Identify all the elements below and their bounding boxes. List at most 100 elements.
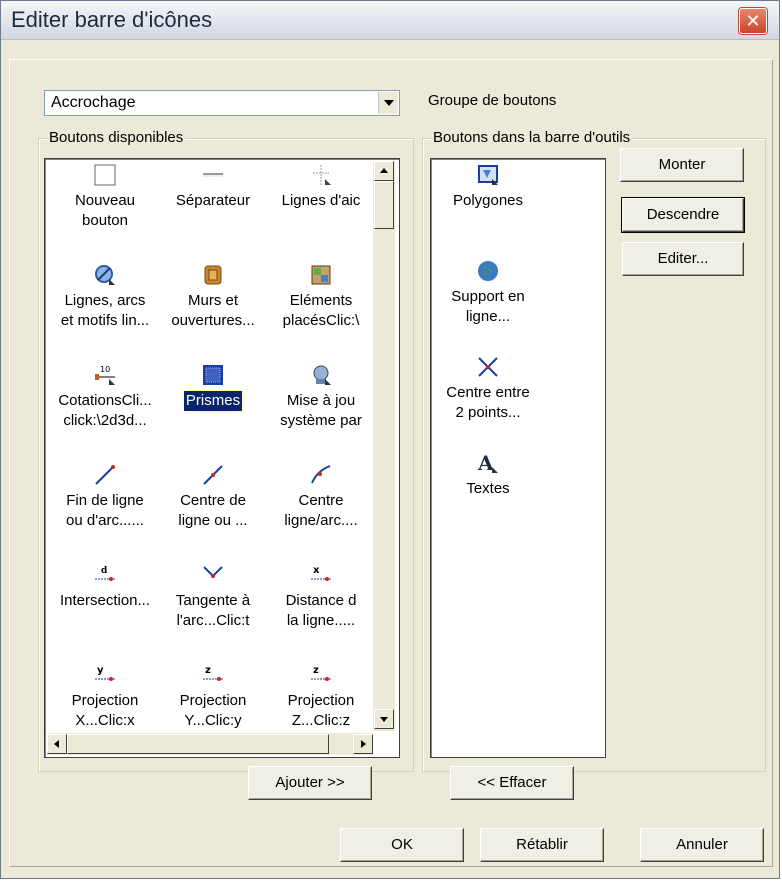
available-button-item[interactable]: y Projection X...Clic:x [49,663,161,731]
line-end-icon [93,463,117,487]
toolbar-button-item[interactable]: Polygones [433,163,543,211]
available-button-label: Distance d la ligne..... [285,592,357,629]
intersection-icon: d [93,563,117,587]
available-button-label: Prismes [182,390,244,412]
prism-icon [201,363,225,387]
toolbar-button-item[interactable]: Support en ligne... [433,259,543,327]
update-icon [309,363,333,387]
available-vertical-scrollbar[interactable] [373,161,395,731]
ok-button[interactable]: OK [340,828,464,862]
guide-lines-icon [309,163,333,187]
text-icon: A [476,451,500,475]
svg-text:10: 10 [100,365,110,374]
scroll-down-button[interactable] [374,709,394,729]
line-center-icon [201,463,225,487]
available-button-item[interactable]: Murs et ouvertures... [157,263,269,331]
svg-text:y: y [97,665,104,676]
available-button-item[interactable]: z Projection Z...Clic:z [265,663,377,731]
arrow-up-icon [380,168,388,173]
toolbar-button-label: Centre entre 2 points... [446,384,530,421]
close-button[interactable]: ✕ [739,8,767,34]
available-button-item[interactable]: d Intersection... [49,563,161,611]
svg-text:z: z [205,665,211,676]
available-button-item[interactable]: Lignes, arcs et motifs lin... [49,263,161,331]
dialog-body: Accrochage Groupe de boutons Boutons dis… [9,59,773,867]
available-button-item[interactable]: Lignes d'aic [265,163,377,211]
tangent-icon [201,563,225,587]
edit-button[interactable]: Editer... [622,242,744,276]
toolbar-button-item[interactable]: Centre entre 2 points... [433,355,543,423]
globe-icon [476,259,500,283]
walls-icon [201,263,225,287]
reset-button[interactable]: Rétablir [480,828,604,862]
available-button-item[interactable]: Fin de ligne ou d'arc...... [49,463,161,531]
combo-dropdown-button[interactable] [378,92,398,114]
available-button-label: Lignes d'aic [281,192,361,209]
placed-elements-icon [309,263,333,287]
svg-text:x: x [313,565,320,576]
scroll-left-button[interactable] [47,734,67,754]
available-button-label: Lignes, arcs et motifs lin... [60,292,150,329]
available-button-label: Séparateur [175,192,251,209]
move-down-button[interactable]: Descendre [621,197,745,233]
available-button-item[interactable]: Mise à jou système par [265,363,377,431]
available-button-label: Fin de ligne ou d'arc...... [66,492,144,529]
close-icon: ✕ [745,11,761,31]
toolbar-button-label: Polygones [452,192,524,209]
toolbar-buttons-list[interactable]: Polygones Support en ligne... Centre entre… [430,158,606,758]
available-horizontal-scrollbar[interactable] [47,733,373,755]
scroll-up-button[interactable] [374,161,394,181]
available-button-label: Murs et ouvertures... [171,292,255,329]
available-button-label: Projection Y...Clic:y [179,692,247,729]
available-button-item[interactable]: z Projection Y...Clic:y [157,663,269,731]
window-title: Editer barre d'icônes [11,7,213,32]
toolbar-button-label: Support en ligne... [451,288,525,325]
projection-z-icon: z [309,663,333,687]
toolbar-buttons-title: Boutons dans la barre d'outils [431,129,633,146]
available-buttons-title: Boutons disponibles [47,129,186,146]
scroll-thumb[interactable] [374,181,394,229]
remove-button[interactable]: << Effacer [450,766,574,800]
svg-text:A: A [477,451,494,475]
midpoint-icon [476,355,500,379]
available-button-item[interactable]: Centre ligne/arc.... [265,463,377,531]
button-group-select[interactable]: Accrochage [44,90,400,116]
available-button-item[interactable]: Tangente à l'arc...Clic:t [157,563,269,631]
distance-icon: x [309,563,333,587]
available-button-item[interactable]: x Distance d la ligne..... [265,563,377,631]
cancel-button[interactable]: Annuler [640,828,764,862]
toolbar-button-label: Textes [466,480,510,497]
toolbar-button-item[interactable]: A Textes [433,451,543,499]
projection-x-icon: y [93,663,117,687]
available-button-item[interactable]: Séparateur [157,163,269,211]
available-buttons-list[interactable]: Nouveau bouton Séparateur Lignes d'aic Lign… [44,158,400,758]
available-button-label: Projection Z...Clic:z [287,692,355,729]
add-button[interactable]: Ajouter >> [248,766,372,800]
available-button-label: Mise à jou système par [280,392,362,429]
dimension-icon: 10 [93,363,117,387]
available-button-label: Centre ligne/arc.... [284,492,358,529]
title-bar[interactable]: Editer barre d'icônes ✕ [1,1,779,40]
projection-y-icon: z [201,663,225,687]
separator-icon [201,163,225,187]
available-button-label: Projection X...Clic:x [71,692,139,729]
arc-center-icon [309,463,333,487]
blank-icon [93,163,117,187]
move-up-button[interactable]: Monter [620,148,744,182]
available-button-item[interactable]: Eléments placésClic:\ [265,263,377,331]
arrow-left-icon [54,740,59,748]
h-scroll-thumb[interactable] [67,734,329,754]
lines-arcs-icon [93,263,117,287]
available-button-item[interactable]: Nouveau bouton [49,163,161,231]
available-button-item[interactable]: Prismes [157,363,269,412]
chevron-down-icon [384,100,394,106]
polygon-icon [476,163,500,187]
available-button-item[interactable]: Centre de ligne ou ... [157,463,269,531]
arrow-down-icon [380,717,388,722]
available-button-item[interactable]: 10 CotationsCli... click:\2d3d... [49,363,161,431]
dialog-window: Editer barre d'icônes ✕ Accrochage Group… [0,0,780,879]
button-group-label: Groupe de boutons [428,92,557,109]
available-button-label: Centre de ligne ou ... [178,492,248,529]
available-button-label: Eléments placésClic:\ [282,292,360,329]
scroll-right-button[interactable] [353,734,373,754]
